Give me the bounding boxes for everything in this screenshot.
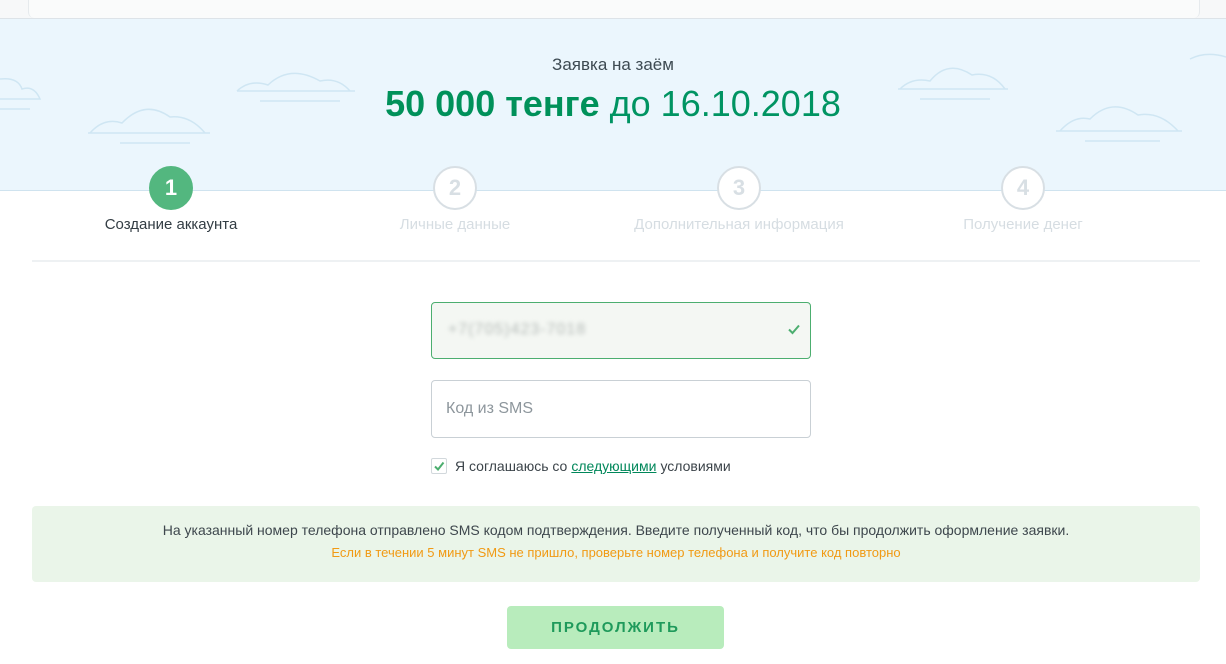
top-bar — [0, 0, 1226, 19]
step-label: Получение денег — [963, 216, 1083, 233]
loan-due-date: до 16.10.2018 — [609, 83, 841, 124]
step-label: Личные данные — [399, 216, 511, 233]
loan-request-subtitle: Заявка на заём — [552, 55, 674, 74]
terms-prefix: Я соглашаюсь со — [455, 458, 568, 474]
sms-notice-warning: Если в течении 5 минут SMS не пришло, пр… — [331, 545, 901, 560]
step-number: 4 — [1001, 166, 1045, 210]
sms-notice-text: На указанный номер телефона отправлено S… — [162, 522, 1070, 538]
step-label: Дополнительная информация — [634, 216, 844, 233]
terms-agreement: Я соглашаюсь со следующими условиями — [431, 457, 731, 475]
sms-code-input[interactable] — [431, 380, 811, 438]
terms-link[interactable]: следующими — [571, 458, 656, 474]
step-personal-data: 2 Личные данные — [305, 166, 605, 233]
continue-button[interactable]: ПРОДОЛЖИТЬ — [507, 606, 724, 649]
top-bar-panel — [28, 0, 1200, 18]
step-create-account: 1 Создание аккаунта — [21, 166, 321, 233]
phone-field[interactable]: +7(705)423-7018 — [431, 302, 811, 359]
sms-notice: На указанный номер телефона отправлено S… — [32, 506, 1200, 582]
step-number: 3 — [717, 166, 761, 210]
checkmark-icon — [434, 461, 445, 472]
step-additional-info: 3 Дополнительная информация — [589, 166, 889, 233]
section-divider — [32, 260, 1200, 262]
loan-amount: 50 000 тенге — [385, 83, 600, 124]
phone-value: +7(705)423-7018 — [448, 321, 587, 338]
terms-checkbox[interactable] — [431, 458, 447, 474]
step-label: Создание аккаунта — [104, 216, 238, 233]
loan-amount-title: 50 000 тенге до 16.10.2018 — [0, 83, 1226, 125]
step-number: 1 — [149, 166, 193, 210]
step-receive-money: 4 Получение денег — [873, 166, 1173, 233]
progress-steps: 1 Создание аккаунта 2 Личные данные 3 До… — [0, 166, 1226, 236]
step-number: 2 — [433, 166, 477, 210]
check-icon — [788, 324, 800, 335]
terms-suffix: условиями — [660, 458, 731, 474]
